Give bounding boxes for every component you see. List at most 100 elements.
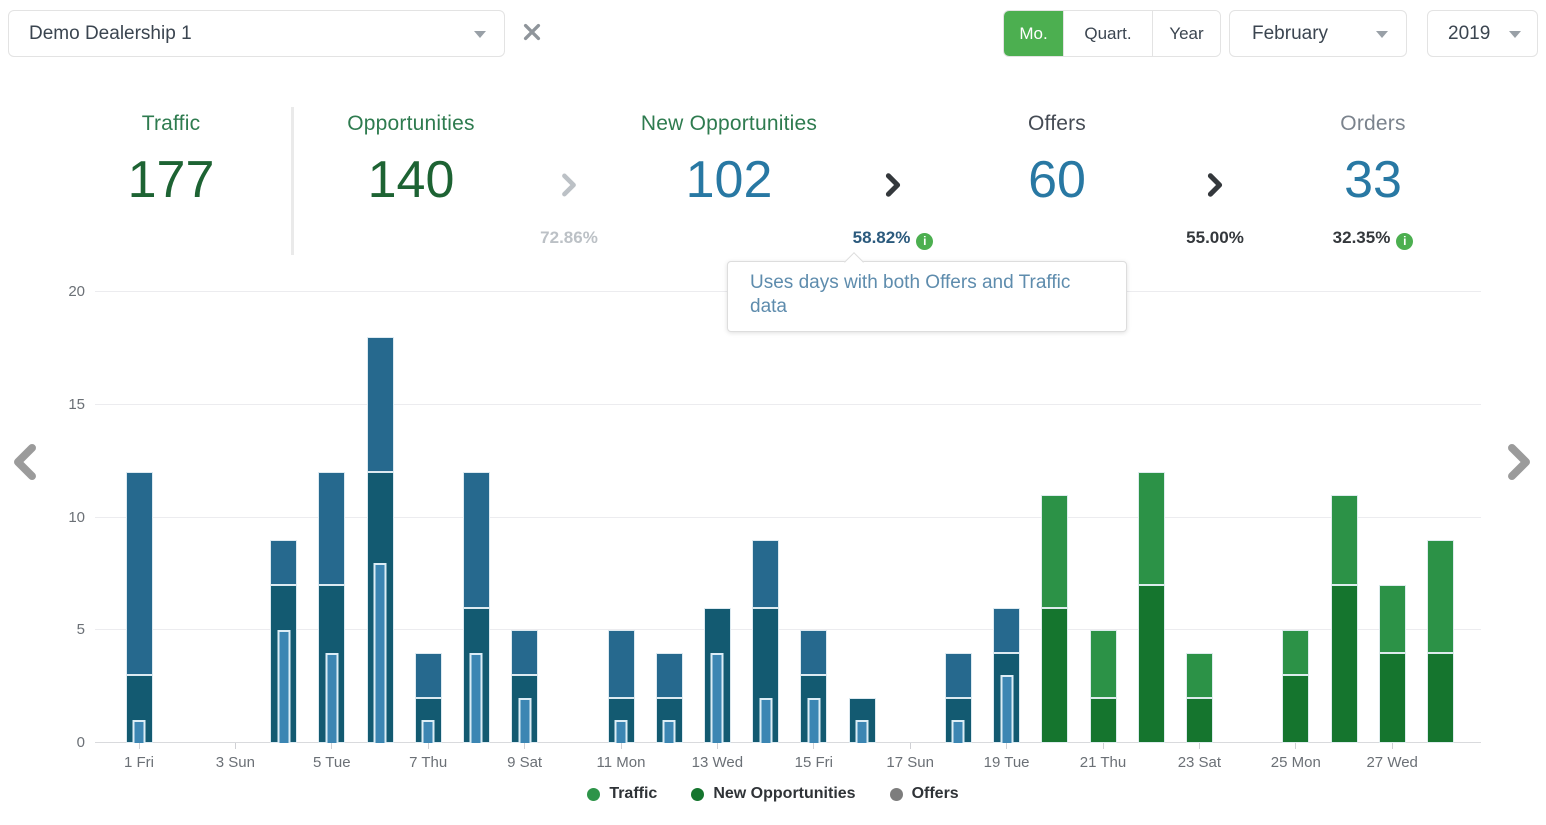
- legend-label: Offers: [912, 785, 959, 803]
- legend-dot-icon: [890, 788, 903, 801]
- bar-day-16[interactable]: [849, 698, 876, 743]
- bar-traffic-segment: [1090, 630, 1117, 698]
- bar-offers-inner: [663, 720, 676, 743]
- bar-day-11[interactable]: [608, 630, 635, 743]
- stat-opportunities-value: 140: [271, 154, 551, 206]
- bar-traffic-segment: [1427, 540, 1454, 653]
- period-toggle-quarter[interactable]: Quart.: [1064, 11, 1153, 56]
- stat-offers-label: Offers: [917, 112, 1197, 136]
- chart-next-button[interactable]: [1502, 433, 1536, 496]
- x-axis-tick: [331, 743, 332, 749]
- info-icon[interactable]: [1396, 233, 1413, 250]
- x-axis-label: 1 Fri: [97, 754, 181, 771]
- stat-orders: Orders 33: [1233, 112, 1513, 206]
- close-icon[interactable]: [521, 21, 543, 43]
- gridline-10: [95, 517, 1481, 518]
- bar-day-26[interactable]: [1331, 495, 1358, 743]
- bar-day-28[interactable]: [1427, 540, 1454, 743]
- bar-day-7[interactable]: [415, 653, 442, 743]
- bar-day-12[interactable]: [656, 653, 683, 743]
- legend-item-offers[interactable]: Offers: [890, 785, 959, 803]
- bar-traffic-segment: [1138, 472, 1165, 585]
- gridline-0: [95, 742, 1481, 743]
- chevron-down-icon: [1376, 31, 1388, 38]
- dealership-select-value: Demo Dealership 1: [29, 23, 192, 45]
- bar-day-15[interactable]: [800, 630, 827, 743]
- x-axis-label: 9 Sat: [483, 754, 567, 771]
- x-axis-label: 13 Wed: [675, 754, 759, 771]
- legend-item-traffic[interactable]: Traffic: [587, 785, 657, 803]
- x-axis-label: 3 Sun: [193, 754, 277, 771]
- bar-day-9[interactable]: [511, 630, 538, 743]
- stat-offers-value: 60: [917, 154, 1197, 206]
- bar-traffic-segment: [1041, 495, 1068, 608]
- chevron-down-icon: [1509, 31, 1521, 38]
- bar-day-5[interactable]: [318, 472, 345, 743]
- legend-label: New Opportunities: [713, 785, 855, 803]
- bar-traffic-segment: [415, 653, 442, 698]
- orders-conversion-row: 32.35%: [1263, 228, 1483, 250]
- y-axis-label: 0: [41, 734, 85, 751]
- bar-day-20[interactable]: [1041, 495, 1068, 743]
- period-toggle-year[interactable]: Year: [1153, 11, 1220, 56]
- y-axis-label: 15: [41, 396, 85, 413]
- bar-new-opportunities-segment: [1331, 585, 1358, 743]
- plot-area: 051015201 Fri3 Sun5 Tue7 Thu9 Sat11 Mon1…: [95, 292, 1481, 743]
- bar-offers-inner: [615, 720, 628, 743]
- bar-day-18[interactable]: [945, 653, 972, 743]
- bar-new-opportunities-segment: [1090, 698, 1117, 743]
- bar-offers-inner: [711, 653, 724, 743]
- x-axis-label: 11 Mon: [579, 754, 663, 771]
- bar-new-opportunities-segment: [1427, 653, 1454, 743]
- x-axis-label: 5 Tue: [290, 754, 374, 771]
- month-select[interactable]: February: [1229, 10, 1407, 57]
- x-axis-tick: [139, 743, 140, 749]
- x-axis-tick: [621, 743, 622, 749]
- bar-offers-inner: [759, 698, 772, 743]
- bar-offers-inner: [325, 653, 338, 743]
- orders-conversion-percent: 32.35%: [1333, 228, 1391, 247]
- bar-day-1[interactable]: [126, 472, 153, 743]
- stat-traffic-value: 177: [31, 154, 311, 206]
- chart-prev-button[interactable]: [8, 433, 42, 496]
- bar-day-22[interactable]: [1138, 472, 1165, 743]
- bar-day-27[interactable]: [1379, 585, 1406, 743]
- bar-traffic-segment: [1331, 495, 1358, 585]
- bar-day-23[interactable]: [1186, 653, 1213, 743]
- period-toggle-month[interactable]: Mo.: [1004, 11, 1064, 56]
- bar-day-21[interactable]: [1090, 630, 1117, 743]
- x-axis-label: 7 Thu: [386, 754, 470, 771]
- bar-offers-inner: [422, 720, 435, 743]
- info-icon[interactable]: [916, 233, 933, 250]
- bar-traffic-segment: [126, 472, 153, 675]
- x-axis-label: 25 Mon: [1254, 754, 1338, 771]
- gridline-15: [95, 404, 1481, 405]
- year-select[interactable]: 2019: [1427, 10, 1538, 57]
- dealership-select[interactable]: Demo Dealership 1: [8, 10, 505, 57]
- bar-traffic-segment: [993, 608, 1020, 653]
- chevron-down-icon: [474, 31, 486, 38]
- bar-new-opportunities-segment: [1138, 585, 1165, 743]
- bar-day-19[interactable]: [993, 608, 1020, 743]
- bar-traffic-segment: [1282, 630, 1309, 675]
- bar-day-6[interactable]: [367, 337, 394, 743]
- bar-day-14[interactable]: [752, 540, 779, 743]
- stat-traffic-label: Traffic: [31, 112, 311, 136]
- bar-new-opportunities-segment: [1379, 653, 1406, 743]
- bar-day-8[interactable]: [463, 472, 490, 743]
- chart-legend: Traffic New Opportunities Offers: [0, 785, 1546, 803]
- bar-new-opportunities-segment: [1282, 675, 1309, 743]
- stat-orders-label: Orders: [1233, 112, 1513, 136]
- bar-day-25[interactable]: [1282, 630, 1309, 743]
- bar-day-4[interactable]: [270, 540, 297, 743]
- x-axis-tick: [428, 743, 429, 749]
- tooltip: Uses days with both Offers and Traffic d…: [727, 261, 1127, 332]
- conversion-percent-row: 58.82%: [808, 228, 978, 250]
- chevron-right-icon: [558, 170, 580, 205]
- legend-dot-icon: [587, 788, 600, 801]
- bar-offers-inner: [277, 630, 290, 743]
- bar-day-13[interactable]: [704, 608, 731, 743]
- year-select-value: 2019: [1448, 23, 1490, 45]
- stat-new-opportunities: New Opportunities 102: [589, 112, 869, 206]
- legend-item-new-opportunities[interactable]: New Opportunities: [691, 785, 855, 803]
